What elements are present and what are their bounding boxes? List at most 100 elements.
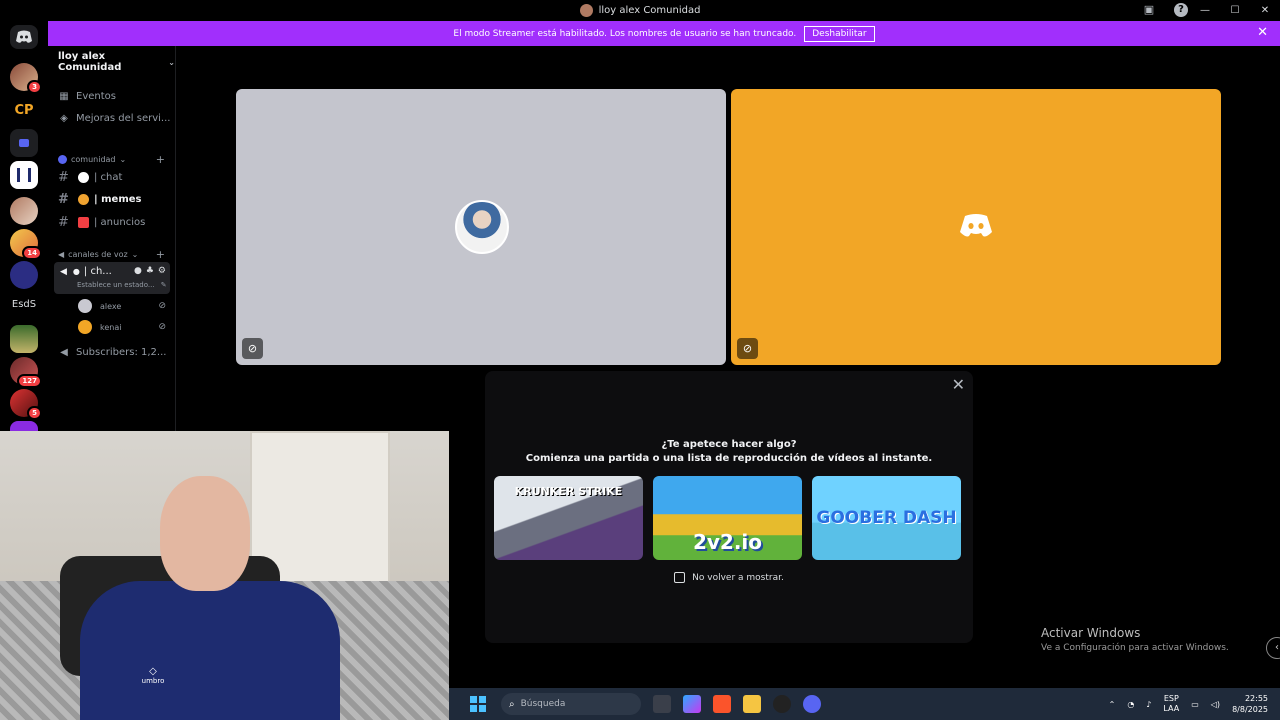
server-header[interactable]: lloy alex Comunidad ⌄ <box>48 46 175 78</box>
search-icon: ⌕ <box>509 698 515 710</box>
voice-status[interactable]: Establece un estado... ✎ <box>77 281 167 289</box>
taskbar-clock[interactable]: 22:55 8/8/2025 <box>1232 693 1268 715</box>
category-comunidad[interactable]: comunidad ⌄ + <box>58 153 165 166</box>
title-bar: lloy alex Comunidad ▣ ? — ☐ ✕ <box>0 0 1280 21</box>
sidebar-item-label: Eventos <box>76 91 116 102</box>
emoji-icon <box>78 194 89 205</box>
voice-channel-actions: ● ♣ ⚙ <box>134 266 166 276</box>
game-card-krunker-strike[interactable]: KRUNKER STRIKE <box>494 476 643 560</box>
maximize-button[interactable]: ☐ <box>1220 5 1250 16</box>
minimize-button[interactable]: — <box>1190 5 1220 16</box>
task-view-icon[interactable] <box>653 695 671 713</box>
hashtag-icon: # <box>58 192 69 207</box>
copilot-icon[interactable] <box>683 695 701 713</box>
file-explorer-icon[interactable] <box>743 695 761 713</box>
category-label: comunidad <box>71 155 116 164</box>
category-label: canales de voz <box>68 250 128 259</box>
muted-mic-icon: ⊘ <box>158 322 166 332</box>
close-icon[interactable]: ✕ <box>1257 25 1268 40</box>
window-controls: — ☐ ✕ <box>1190 0 1280 21</box>
clock-time: 22:55 <box>1244 694 1268 703</box>
add-channel-icon[interactable]: + <box>156 248 165 261</box>
taskbar: ⌕ Búsqueda ⌃ ◔ ♪ ESP LAA ▭ ◁) 22:55 8/8/… <box>449 688 1280 720</box>
close-window-button[interactable]: ✕ <box>1250 5 1280 16</box>
avatar <box>455 200 509 254</box>
server-icon-analytics[interactable] <box>10 161 38 189</box>
close-icon[interactable]: ✕ <box>952 375 965 394</box>
voice-channel-active[interactable]: ◀ ● | ch... ● ♣ ⚙ Establece un estado...… <box>54 262 170 294</box>
server-folder-icon[interactable] <box>10 129 38 157</box>
server-icon-7[interactable] <box>10 421 38 431</box>
voice-status-text: Establece un estado... <box>77 281 155 289</box>
server-icon-active[interactable] <box>10 197 38 225</box>
channel-anuncios[interactable]: # | anuncios <box>58 215 145 230</box>
voice-member-kenai[interactable]: kenai ⊘ <box>78 320 166 334</box>
dont-show-label: No volver a mostrar. <box>692 572 784 583</box>
server-icon-5[interactable]: 127 <box>10 357 42 388</box>
person-head <box>160 476 250 591</box>
chevron-down-icon: ⌄ <box>119 155 127 164</box>
server-icon-cp[interactable]: CP <box>10 97 38 125</box>
discord-app-icon[interactable] <box>803 695 821 713</box>
speaker-icon: ◀ <box>58 250 65 259</box>
voice-channel-label: | ch... <box>83 266 112 277</box>
mention-badge: 3 <box>27 80 42 94</box>
inbox-icon[interactable]: ▣ <box>1142 3 1156 17</box>
disable-streamer-button[interactable]: Deshabilitar <box>804 25 875 42</box>
gear-icon[interactable]: ⚙ <box>158 266 166 276</box>
video-tile-alexe[interactable]: ⊘ <box>236 89 726 365</box>
volume-icon[interactable]: ◁) <box>1211 700 1220 709</box>
sidebar-item-boosts[interactable]: ◈ Mejoras del servi... <box>58 113 170 124</box>
hashtag-icon: # <box>58 215 69 230</box>
dont-show-checkbox[interactable] <box>674 572 686 583</box>
network-icon[interactable]: ◔ <box>1127 700 1134 709</box>
channel-chat[interactable]: # | chat <box>58 170 122 185</box>
channel-memes[interactable]: # | memes <box>58 192 142 207</box>
channel-subscribers[interactable]: ◀ Subscribers: 1,2... <box>58 347 166 358</box>
muted-mic-icon: ⊘ <box>737 338 758 359</box>
activate-windows-title: Activar Windows <box>1041 626 1141 640</box>
brave-browser-icon[interactable] <box>713 695 731 713</box>
activate-windows-subtitle: Ve a Configuración para activar Windows. <box>1041 643 1229 653</box>
help-icon[interactable]: ? <box>1174 3 1188 17</box>
invite-icon[interactable]: ♣ <box>146 266 154 276</box>
mention-badge: 5 <box>27 406 42 420</box>
language-indicator[interactable]: ESP LAA <box>1163 694 1179 714</box>
video-tile-kenai[interactable]: ⊘ <box>731 89 1221 365</box>
dont-show-again[interactable]: No volver a mostrar. <box>485 572 973 583</box>
obs-icon[interactable] <box>773 695 791 713</box>
windows-start-icon[interactable] <box>470 696 486 712</box>
game-title: 2v2.io <box>692 530 763 554</box>
server-icon-text[interactable]: EsdS <box>6 299 42 310</box>
pencil-icon: ✎ <box>160 281 167 289</box>
category-canales-de-voz[interactable]: ◀ canales de voz ⌄ + <box>58 248 165 261</box>
discord-home-icon[interactable] <box>10 25 38 49</box>
mention-badge: 127 <box>17 374 42 388</box>
shirt-logo: ◇ umbro <box>135 666 171 688</box>
clock-date: 8/8/2025 <box>1232 705 1268 714</box>
chevron-up-icon[interactable]: ⌃ <box>1109 700 1116 709</box>
game-title: KRUNKER STRIKE <box>514 485 623 498</box>
game-card-goober-dash[interactable]: GOOBER DASH <box>812 476 961 560</box>
server-icon-1[interactable]: 3 <box>10 63 42 94</box>
sidebar-item-eventos[interactable]: ▦ Eventos <box>58 91 116 102</box>
chevron-left-icon[interactable]: ‹ <box>1266 637 1280 659</box>
voice-member-alexe[interactable]: alexe ⊘ <box>78 299 166 313</box>
taskbar-search[interactable]: ⌕ Búsqueda <box>501 693 641 715</box>
server-icon-4[interactable] <box>10 325 38 353</box>
display-icon[interactable]: ▭ <box>1191 700 1199 709</box>
titlebar-tools: ▣ ? <box>1142 3 1188 17</box>
server-rail: 3 CP 14 EsdS 127 5 <box>0 21 48 431</box>
microphone-icon[interactable]: ♪ <box>1146 700 1151 709</box>
server-icon-3[interactable] <box>10 261 38 289</box>
add-channel-icon[interactable]: + <box>156 153 165 166</box>
server-name: lloy alex Comunidad <box>58 51 122 73</box>
language-code: ESP <box>1163 694 1179 703</box>
calendar-icon: ▦ <box>59 91 69 102</box>
search-placeholder: Búsqueda <box>520 699 566 709</box>
window-title: lloy alex Comunidad <box>598 5 701 16</box>
chat-icon[interactable]: ● <box>134 266 142 276</box>
game-card-2v2io[interactable]: 2v2.io <box>653 476 802 560</box>
server-icon-2[interactable]: 14 <box>10 229 42 260</box>
server-icon-6[interactable]: 5 <box>10 389 42 420</box>
